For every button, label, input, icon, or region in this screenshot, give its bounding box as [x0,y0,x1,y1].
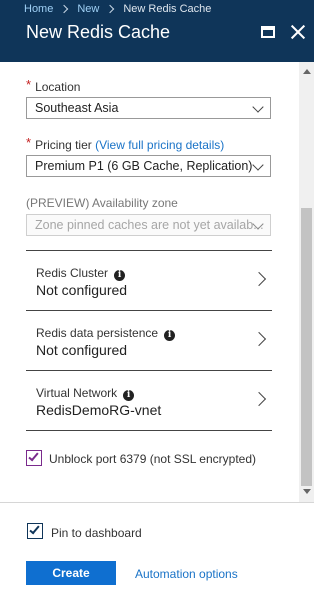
virtual-network-item[interactable]: Virtual Network i RedisDemoRG-vnet [26,370,272,430]
checkmark-icon [28,450,39,462]
create-button[interactable]: Create [26,561,116,585]
breadcrumb-current: New Redis Cache [123,3,212,15]
info-icon[interactable]: i [114,270,126,281]
data-persistence-value: Not configured [36,342,128,358]
pin-to-dashboard-label[interactable]: Pin to dashboard [51,526,142,540]
pricing-tier-select[interactable]: Premium P1 (6 GB Cache, Replication) [26,155,271,177]
chevron-down-icon [252,101,264,113]
data-persistence-item[interactable]: Redis data persistence i Not configured [26,310,272,370]
scroll-down-arrow-icon[interactable] [303,489,311,494]
chevron-right-icon [251,271,267,287]
required-mark: * [26,77,32,92]
redis-cluster-label: Redis Cluster i [36,266,126,281]
scrollbar-thumb[interactable] [301,208,312,486]
breadcrumb: Home New New Redis Cache [24,2,211,16]
info-icon[interactable]: i [123,390,135,401]
breadcrumb-new[interactable]: New [77,3,99,15]
pin-to-dashboard-checkbox[interactable] [27,523,43,539]
close-icon[interactable] [289,23,307,41]
pricing-tier-label: * Pricing tier (View full pricing details… [26,135,225,152]
chevron-right-icon [251,391,267,407]
checkmark-icon [29,523,40,535]
page-title: New Redis Cache [26,22,171,42]
availability-zone-value: Zone pinned caches are not yet availab..… [35,218,264,232]
chevron-down-icon [252,159,264,171]
required-mark: * [26,135,32,150]
virtual-network-value: RedisDemoRG-vnet [36,402,162,418]
redis-cluster-value: Not configured [36,282,128,298]
scroll-up-arrow-icon[interactable] [303,69,311,74]
redis-cluster-item[interactable]: Redis Cluster i Not configured [26,250,272,310]
location-select[interactable]: Southeast Asia [26,97,271,119]
unblock-port-checkbox[interactable] [26,450,42,466]
breadcrumb-separator-icon [106,4,115,14]
scrollbar[interactable] [299,62,314,502]
unblock-port-label[interactable]: Unblock port 6379 (not SSL encrypted) [49,452,256,466]
chevron-right-icon [251,331,267,347]
availability-zone-select: Zone pinned caches are not yet availab..… [26,214,271,236]
info-icon[interactable]: i [164,330,176,341]
maximize-icon[interactable] [261,26,275,38]
data-persistence-label: Redis data persistence i [36,326,176,341]
divider [26,430,272,431]
pricing-details-link[interactable]: (View full pricing details) [95,138,224,152]
automation-options-link[interactable]: Automation options [135,567,238,581]
blade-footer: Pin to dashboard Create Automation optio… [0,502,314,613]
availability-zone-label: (PREVIEW) Availability zone [26,196,178,210]
location-label: * Location [26,77,81,94]
location-value: Southeast Asia [35,101,119,115]
blade-header: Home New New Redis Cache New Redis Cache [0,0,314,62]
breadcrumb-separator-icon [60,4,69,14]
breadcrumb-home[interactable]: Home [24,3,53,15]
form-content: * Location Southeast Asia * Pricing tier (… [0,62,314,502]
virtual-network-label: Virtual Network i [36,386,135,401]
pricing-tier-value: Premium P1 (6 GB Cache, Replication) [35,159,253,173]
